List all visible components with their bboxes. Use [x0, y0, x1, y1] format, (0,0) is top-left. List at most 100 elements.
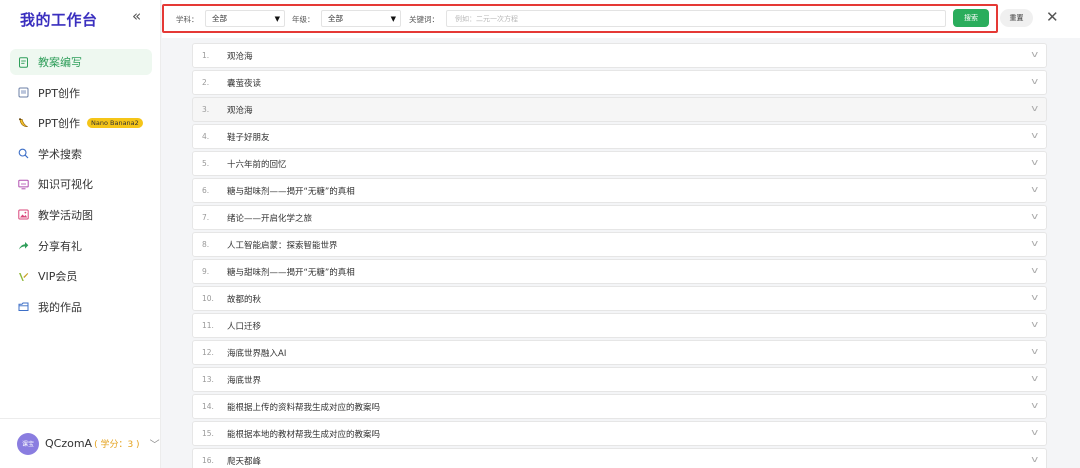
chevron-down-icon[interactable]: v — [1031, 104, 1038, 114]
chevron-down-icon[interactable]: v — [1031, 266, 1038, 276]
sidebar-item-label: 教学活动图 — [38, 208, 93, 222]
list-item[interactable]: 4. 鞋子好朋友 v — [192, 124, 1047, 149]
chevron-down-icon[interactable]: v — [1031, 455, 1038, 465]
grade-select[interactable]: 全部 ▼ — [321, 10, 401, 27]
chevron-down-icon[interactable]: v — [1031, 212, 1038, 222]
list-item[interactable]: 13. 海底世界 v — [192, 367, 1047, 392]
collapse-sidebar-icon[interactable]: « — [132, 7, 141, 25]
chevron-down-icon[interactable]: v — [1031, 347, 1038, 357]
item-title: 绪论——开启化学之旅 — [227, 213, 313, 224]
list-item[interactable]: 11. 人口迁移 v — [192, 313, 1047, 338]
item-number: 3. — [202, 105, 210, 114]
list-item[interactable]: 12. 海底世界融入AI v — [192, 340, 1047, 365]
chevron-down-icon[interactable]: v — [1031, 185, 1038, 195]
chevron-down-icon[interactable]: v — [1031, 320, 1038, 330]
subject-select[interactable]: 全部 ▼ — [205, 10, 285, 27]
list-item[interactable]: 8. 人工智能启蒙：探索智能世界 v — [192, 232, 1047, 257]
sidebar-item-share[interactable]: 分享有礼 — [10, 233, 152, 259]
search-button[interactable]: 搜索 — [953, 9, 989, 27]
avatar: 课宝 — [17, 432, 39, 455]
chevron-down-icon[interactable]: v — [1031, 77, 1038, 87]
ppt-icon — [18, 87, 29, 98]
list-item[interactable]: 9. 糖与甜味剂——揭开“无糖”的真相 v — [192, 259, 1047, 284]
item-number: 16. — [202, 456, 214, 465]
sidebar-item-ppt[interactable]: PPT创作 — [10, 80, 152, 106]
sidebar-item-label: 我的作品 — [38, 300, 82, 314]
item-number: 8. — [202, 240, 210, 249]
list-item[interactable]: 10. 故都的秋 v — [192, 286, 1047, 311]
chevron-down-icon[interactable]: ﹀ — [150, 436, 160, 451]
item-title: 囊萤夜读 — [227, 78, 262, 89]
item-title: 人口迁移 — [227, 321, 262, 332]
chevron-down-icon[interactable]: v — [1031, 158, 1038, 168]
list-item[interactable]: 6. 糖与甜味剂——揭开“无糖”的真相 v — [192, 178, 1047, 203]
item-number: 9. — [202, 267, 210, 276]
search-icon — [18, 148, 29, 159]
list-item[interactable]: 16. 爬天都峰 v — [192, 448, 1047, 468]
sidebar-item-my-works[interactable]: 我的作品 — [10, 294, 152, 320]
list-item[interactable]: 1. 观沧海 v — [192, 43, 1047, 68]
item-number: 12. — [202, 348, 214, 357]
sidebar-item-label: 学术搜索 — [38, 147, 82, 161]
brand-title: 我的工作台 — [20, 11, 98, 29]
list-item[interactable]: 5. 十六年前的回忆 v — [192, 151, 1047, 176]
item-title: 观沧海 — [227, 51, 253, 62]
chevron-down-icon[interactable]: v — [1031, 428, 1038, 438]
item-number: 1. — [202, 51, 210, 60]
list-item[interactable]: 2. 囊萤夜读 v — [192, 70, 1047, 95]
monitor-icon — [18, 179, 29, 190]
lesson-list: 1. 观沧海 v 2. 囊萤夜读 v 3. 观沧海 v 4. 鞋子好朋友 v 5. 十六年前的回忆… — [192, 43, 1047, 468]
filter-bar: 学科： 全部 ▼ 年级： 全部 ▼ 关键词： 例如：二元一次方程 搜索 重置 ✕ — [162, 0, 1080, 38]
sidebar-item-label: 分享有礼 — [38, 239, 82, 253]
item-title: 爬天都峰 — [227, 456, 262, 467]
sidebar-item-vip[interactable]: VIP会员 — [10, 263, 152, 289]
list-item[interactable]: 3. 观沧海 v — [192, 97, 1047, 122]
item-number: 6. — [202, 186, 210, 195]
list-item[interactable]: 14. 能根据上传的资料帮我生成对应的教案吗 v — [192, 394, 1047, 419]
subject-label: 学科： — [176, 15, 199, 24]
points-label: ( 学分：3 ) — [94, 440, 140, 450]
sidebar-item-academic-search[interactable]: 学术搜索 — [10, 141, 152, 167]
username: QCzomA — [45, 437, 93, 450]
list-item[interactable]: 15. 能根据本地的教材帮我生成对应的教案吗 v — [192, 421, 1047, 446]
nano-banana-badge: Nano Banana2 — [87, 118, 143, 129]
item-number: 4. — [202, 132, 210, 141]
item-number: 15. — [202, 429, 214, 438]
folder-icon — [18, 301, 29, 312]
item-number: 10. — [202, 294, 214, 303]
chevron-down-icon: ▼ — [274, 14, 280, 23]
keyword-input[interactable]: 例如：二元一次方程 — [446, 10, 946, 27]
grade-label: 年级： — [292, 15, 315, 24]
item-title: 糖与甜味剂——揭开“无糖”的真相 — [227, 267, 355, 278]
list-item[interactable]: 7. 绪论——开启化学之旅 v — [192, 205, 1047, 230]
sidebar-item-lesson-plan[interactable]: 教案编写 — [10, 49, 152, 75]
chevron-down-icon[interactable]: v — [1031, 239, 1038, 249]
keyword-label: 关键词： — [409, 15, 439, 24]
sidebar-item-teaching-activity[interactable]: 教学活动图 — [10, 202, 152, 228]
item-title: 海底世界 — [227, 375, 262, 386]
item-title: 海底世界融入AI — [227, 348, 287, 359]
chevron-down-icon[interactable]: v — [1031, 293, 1038, 303]
share-arrow-icon — [18, 240, 29, 251]
chevron-down-icon[interactable]: v — [1031, 401, 1038, 411]
chevron-down-icon[interactable]: v — [1031, 374, 1038, 384]
user-profile[interactable]: 课宝 QCzomA ( 学分：3 ) ﹀ — [0, 418, 161, 468]
reset-button[interactable]: 重置 — [1000, 9, 1033, 27]
sidebar-item-label: PPT创作 — [38, 117, 80, 131]
item-title: 观沧海 — [227, 105, 253, 116]
close-icon[interactable]: ✕ — [1046, 8, 1059, 26]
sidebar-item-ppt-nano-banana[interactable]: PPT创作 Nano Banana2 — [10, 110, 152, 136]
sidebar-item-knowledge-visualization[interactable]: 知识可视化 — [10, 171, 152, 197]
sidebar: 我的工作台 « 教案编写 PPT创作 PPT创作 Nano Banana2 学术… — [0, 0, 161, 468]
sidebar-item-label: 知识可视化 — [38, 178, 93, 192]
item-title: 糖与甜味剂——揭开“无糖”的真相 — [227, 186, 355, 197]
item-number: 14. — [202, 402, 214, 411]
item-number: 5. — [202, 159, 210, 168]
chevron-down-icon: ▼ — [390, 14, 396, 23]
chevron-down-icon[interactable]: v — [1031, 131, 1038, 141]
chevron-down-icon[interactable]: v — [1031, 50, 1038, 60]
item-title: 鞋子好朋友 — [227, 132, 270, 143]
vip-icon — [18, 271, 29, 282]
doc-edit-icon — [18, 56, 29, 68]
sidebar-item-label: 教案编写 — [38, 56, 82, 69]
